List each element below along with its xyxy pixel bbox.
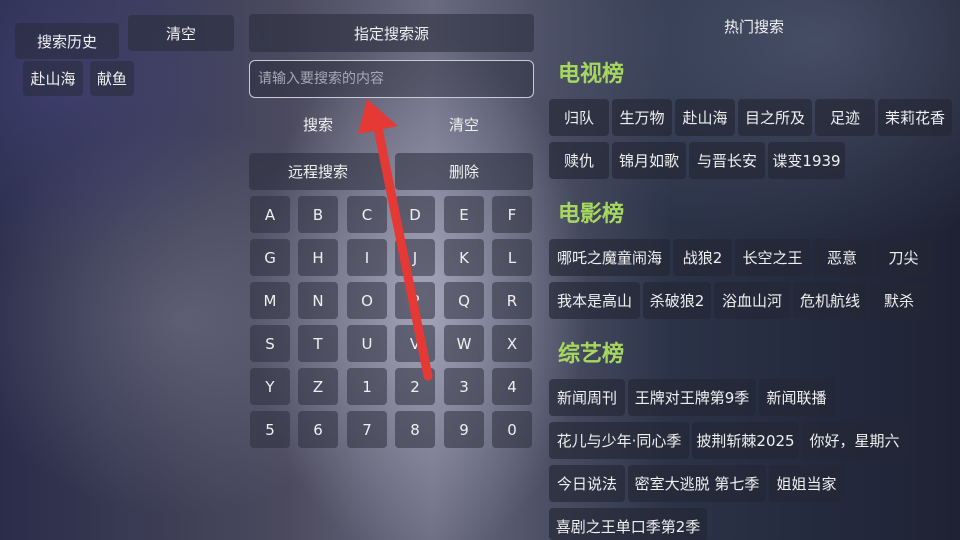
key[interactable]: H	[298, 239, 338, 276]
variety-ranking-title: 综艺榜	[558, 342, 625, 367]
search-field[interactable]	[249, 60, 534, 98]
key[interactable]: 9	[444, 411, 484, 448]
variety-chip[interactable]: 姐姐当家	[769, 465, 844, 502]
delete-button[interactable]: 删除	[395, 153, 533, 190]
tv-chip[interactable]: 谍变1939	[768, 142, 845, 179]
key[interactable]: V	[395, 325, 435, 362]
variety-chip[interactable]: 王牌对王牌第9季	[628, 379, 756, 416]
key[interactable]: A	[250, 196, 290, 233]
key[interactable]: C	[347, 196, 387, 233]
key[interactable]: I	[347, 239, 387, 276]
key[interactable]: Z	[298, 368, 338, 405]
key[interactable]: 5	[250, 411, 290, 448]
tv-chip[interactable]: 归队	[549, 99, 609, 136]
key[interactable]: 6	[298, 411, 338, 448]
tv-ranking-title: 电视榜	[558, 62, 625, 87]
variety-chip[interactable]: 新闻联播	[759, 379, 834, 416]
key[interactable]: R	[492, 282, 532, 319]
movie-chip[interactable]: 杀破狼2	[643, 282, 711, 319]
tv-chip[interactable]: 与晋长安	[689, 142, 765, 179]
tv-chip[interactable]: 足迹	[815, 99, 875, 136]
key[interactable]: B	[298, 196, 338, 233]
key[interactable]: 4	[492, 368, 532, 405]
history-item[interactable]: 献鱼	[90, 61, 134, 96]
key[interactable]: N	[298, 282, 338, 319]
key[interactable]: 3	[444, 368, 484, 405]
movie-chip[interactable]: 危机航线	[793, 282, 867, 319]
search-source-button[interactable]: 指定搜索源	[249, 14, 534, 52]
tv-chip[interactable]: 目之所及	[738, 99, 812, 136]
key[interactable]: S	[250, 325, 290, 362]
key[interactable]: U	[347, 325, 387, 362]
variety-chip[interactable]: 今日说法	[549, 465, 625, 502]
movie-chip[interactable]: 长空之王	[735, 239, 810, 276]
history-clear-button[interactable]: 清空	[128, 15, 234, 51]
variety-chip[interactable]: 密室大逃脱 第七季	[628, 465, 766, 502]
key[interactable]: P	[395, 282, 435, 319]
tv-chip[interactable]: 生万物	[612, 99, 672, 136]
movie-chip[interactable]: 战狼2	[673, 239, 732, 276]
variety-chip[interactable]: 披荆斩棘2025	[692, 422, 799, 459]
key[interactable]: Q	[444, 282, 484, 319]
movie-chip[interactable]: 恶意	[813, 239, 871, 276]
movie-ranking-title: 电影榜	[558, 202, 625, 227]
movie-chip[interactable]: 我本是高山	[549, 282, 640, 319]
tv-chip[interactable]: 锦月如歌	[612, 142, 686, 179]
variety-chip[interactable]: 你好，星期六	[802, 422, 907, 459]
movie-chip[interactable]: 哪吒之魔童闹海	[549, 239, 670, 276]
variety-chip[interactable]: 喜剧之王单口季第2季	[549, 508, 707, 540]
input-clear-button[interactable]: 清空	[395, 105, 533, 143]
key[interactable]: L	[492, 239, 532, 276]
tv-chip[interactable]: 赎仇	[549, 142, 609, 179]
key[interactable]: E	[444, 196, 484, 233]
key[interactable]: T	[298, 325, 338, 362]
key[interactable]: X	[492, 325, 532, 362]
key[interactable]: 8	[395, 411, 435, 448]
key[interactable]: Y	[250, 368, 290, 405]
key[interactable]: 1	[347, 368, 387, 405]
tv-chip[interactable]: 茉莉花香	[878, 99, 952, 136]
movie-chip[interactable]: 浴血山河	[714, 282, 790, 319]
search-button[interactable]: 搜索	[249, 105, 387, 143]
key[interactable]: M	[250, 282, 290, 319]
key[interactable]: J	[395, 239, 435, 276]
history-item[interactable]: 赴山海	[23, 61, 83, 96]
history-title: 搜索历史	[15, 23, 119, 59]
key[interactable]: G	[250, 239, 290, 276]
key[interactable]: D	[395, 196, 435, 233]
tv-chip[interactable]: 赴山海	[675, 99, 735, 136]
movie-chip[interactable]: 刀尖	[874, 239, 933, 276]
variety-chip[interactable]: 花儿与少年·同心季	[549, 422, 689, 459]
key[interactable]: W	[444, 325, 484, 362]
key[interactable]: 7	[347, 411, 387, 448]
key[interactable]: O	[347, 282, 387, 319]
movie-chip[interactable]: 默杀	[870, 282, 928, 319]
key[interactable]: K	[444, 239, 484, 276]
key[interactable]: 2	[395, 368, 435, 405]
variety-chip[interactable]: 新闻周刊	[549, 379, 625, 416]
key[interactable]: 0	[492, 411, 532, 448]
hot-search-title: 热门搜索	[723, 18, 784, 36]
search-input[interactable]	[258, 71, 533, 87]
remote-search-button[interactable]: 远程搜索	[249, 153, 387, 190]
key[interactable]: F	[492, 196, 532, 233]
